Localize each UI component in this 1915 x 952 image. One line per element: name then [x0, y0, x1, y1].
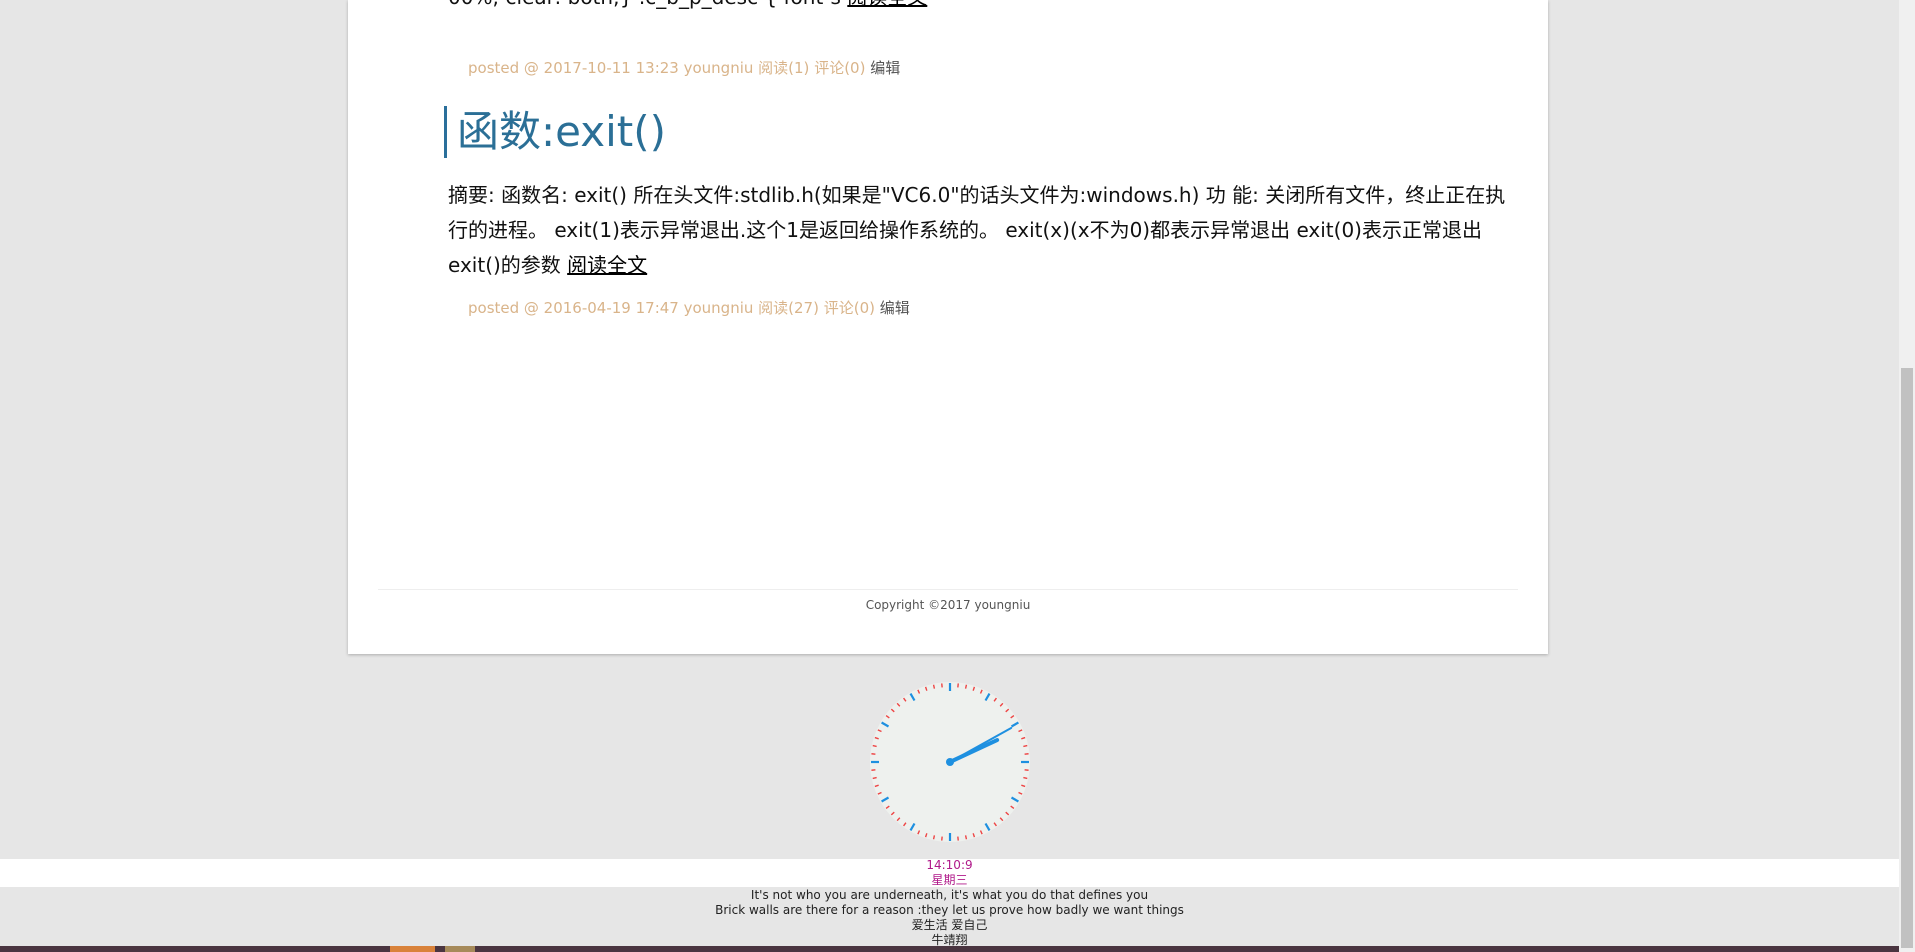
read-count-link[interactable]: 阅读(27): [758, 299, 819, 317]
analog-clock-widget: [868, 680, 1032, 844]
post-entry: 00%; clear: both;} .c_b_p_desc { font-s …: [448, 0, 1508, 15]
post-summary-text: 00%; clear: both;} .c_b_p_desc { font-s: [448, 0, 847, 9]
clock-face: [870, 682, 1030, 842]
main-content-card: 00%; clear: both;} .c_b_p_desc { font-s …: [348, 0, 1548, 654]
post-summary: 摘要: 函数名: exit() 所在头文件:stdlib.h(如果是"VC6.0…: [448, 178, 1508, 283]
post-meta: posted @ 2017-10-11 13:23 youngniu 阅读(1)…: [448, 58, 1528, 78]
weekday-label: 星期三: [931, 873, 968, 887]
copyright-text: Copyright ©2017 youngniu: [865, 598, 1031, 612]
clock-minute-tick: [964, 835, 968, 840]
digital-time: 14:10:9: [926, 858, 973, 872]
clock-minute-tick: [964, 684, 968, 689]
post-summary: 00%; clear: both;} .c_b_p_desc { font-s …: [448, 0, 1508, 15]
clock-minute-tick: [1023, 744, 1028, 748]
comment-count-link[interactable]: 评论(0): [814, 59, 865, 77]
post-meta: posted @ 2016-04-19 17:47 youngniu 阅读(27…: [448, 298, 1528, 318]
quote-line: Brick walls are there for a reason :they…: [715, 903, 1184, 917]
clock-minute-tick: [872, 744, 877, 748]
quote-line: It's not who you are underneath, it's wh…: [750, 888, 1149, 902]
taskbar-strip: [0, 946, 1899, 952]
taskbar-item[interactable]: [390, 946, 435, 952]
edit-link[interactable]: 编辑: [870, 59, 900, 77]
taskbar-item[interactable]: [445, 946, 475, 952]
clock-center-pin: [946, 758, 954, 766]
scrollbar-thumb[interactable]: [1901, 368, 1913, 948]
footer-divider: [378, 589, 1518, 590]
post-entry: 摘要: 函数名: exit() 所在头文件:stdlib.h(如果是"VC6.0…: [448, 178, 1508, 283]
page-viewport: 00%; clear: both;} .c_b_p_desc { font-s …: [0, 0, 1899, 952]
post-date: posted @ 2017-10-11 13:23 youngniu: [468, 59, 759, 77]
clock-minute-tick: [1023, 776, 1028, 780]
comment-count-link[interactable]: 评论(0): [824, 299, 875, 317]
clock-minute-tick: [932, 684, 936, 689]
post-date: posted @ 2016-04-19 17:47 youngniu: [468, 299, 759, 317]
clock-minute-tick: [872, 776, 877, 780]
read-more-link[interactable]: 阅读全文: [567, 253, 647, 277]
post-title[interactable]: 函数:exit(): [444, 106, 666, 158]
motto-line: 爱生活 爱自己: [911, 918, 988, 932]
edit-link[interactable]: 编辑: [880, 299, 910, 317]
sidebar-bottom-text: 14:10:9 星期三 It's not who you are underne…: [0, 858, 1899, 948]
clock-minute-tick: [932, 835, 936, 840]
read-count-link[interactable]: 阅读(1): [758, 59, 809, 77]
vertical-scrollbar[interactable]: [1899, 0, 1915, 952]
read-more-link[interactable]: 阅读全文: [847, 0, 927, 9]
